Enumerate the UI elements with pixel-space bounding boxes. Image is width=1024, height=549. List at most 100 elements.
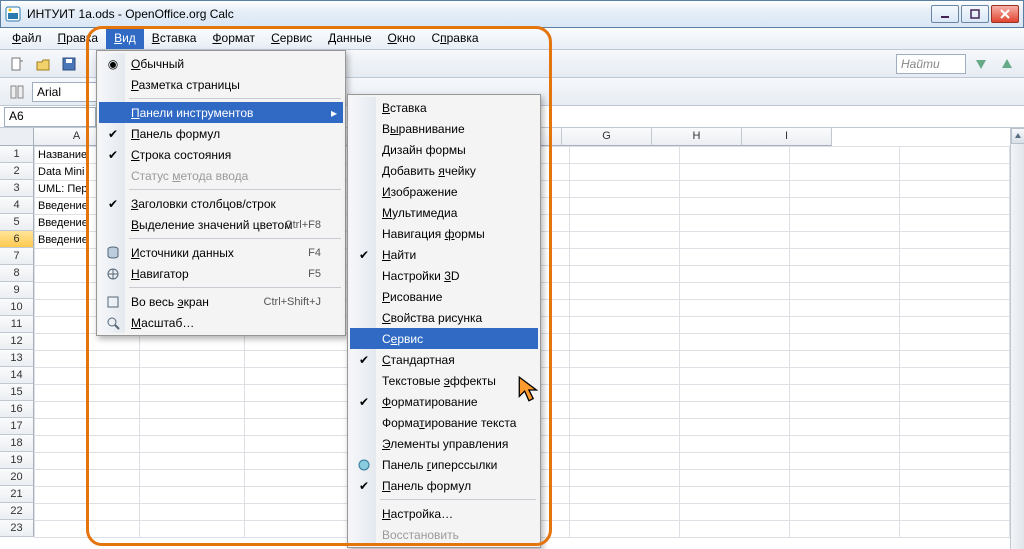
cell-I16[interactable]	[899, 402, 1009, 419]
menuitem--[interactable]: Настройка…	[350, 503, 538, 524]
colhdr-H[interactable]: H	[652, 128, 742, 146]
cell-I9[interactable]	[899, 283, 1009, 300]
cell-B22[interactable]	[140, 504, 245, 521]
cell-F5[interactable]	[570, 215, 680, 232]
menuitem--[interactable]: Сервис	[350, 328, 538, 349]
cell-I20[interactable]	[899, 470, 1009, 487]
cell-B14[interactable]	[140, 368, 245, 385]
rowhdr-14[interactable]: 14	[0, 367, 34, 384]
rowhdr-22[interactable]: 22	[0, 503, 34, 520]
menuitem--[interactable]: Выравнивание	[350, 118, 538, 139]
menuitem--[interactable]: ✔Панель формул	[350, 475, 538, 496]
cell-G18[interactable]	[680, 436, 790, 453]
rowhdr-15[interactable]: 15	[0, 384, 34, 401]
cell-H6[interactable]	[790, 232, 900, 249]
cell-I12[interactable]	[899, 334, 1009, 351]
rowhdr-9[interactable]: 9	[0, 282, 34, 299]
cell-I5[interactable]	[899, 215, 1009, 232]
cell-G8[interactable]	[680, 266, 790, 283]
rowhdr-1[interactable]: 1	[0, 146, 34, 163]
menu-Файл[interactable]: Файл	[4, 28, 50, 49]
cell-B16[interactable]	[140, 402, 245, 419]
cell-G3[interactable]	[680, 181, 790, 198]
cell-F18[interactable]	[570, 436, 680, 453]
rowhdr-11[interactable]: 11	[0, 316, 34, 333]
cell-F2[interactable]	[570, 164, 680, 181]
menuitem--[interactable]: Панели инструментов▸	[99, 102, 343, 123]
minimize-button[interactable]	[931, 5, 959, 23]
cell-C20[interactable]	[245, 470, 350, 487]
vertical-scrollbar[interactable]	[1010, 128, 1024, 549]
menuitem--[interactable]: Вставка	[350, 97, 538, 118]
cell-F3[interactable]	[570, 181, 680, 198]
rowhdr-10[interactable]: 10	[0, 299, 34, 316]
rowhdr-7[interactable]: 7	[0, 248, 34, 265]
menuitem--[interactable]: Добавить ячейку	[350, 160, 538, 181]
cell-F6[interactable]	[570, 232, 680, 249]
cell-I11[interactable]	[899, 317, 1009, 334]
colhdr-I[interactable]: I	[742, 128, 832, 146]
menuitem--[interactable]: Навигация формы	[350, 223, 538, 244]
styles-icon[interactable]	[6, 81, 28, 103]
menuitem--[interactable]: ✔Строка состояния	[99, 144, 343, 165]
cell-F8[interactable]	[570, 266, 680, 283]
cell-H11[interactable]	[790, 317, 900, 334]
cell-H7[interactable]	[790, 249, 900, 266]
cell-F4[interactable]	[570, 198, 680, 215]
cell-H5[interactable]	[790, 215, 900, 232]
name-box[interactable]: A6	[4, 107, 96, 127]
cell-F9[interactable]	[570, 283, 680, 300]
cell-B13[interactable]	[140, 351, 245, 368]
cell-A14[interactable]	[35, 368, 140, 385]
cell-G22[interactable]	[680, 504, 790, 521]
rowhdr-16[interactable]: 16	[0, 401, 34, 418]
rowhdr-18[interactable]: 18	[0, 435, 34, 452]
rowhdr-19[interactable]: 19	[0, 452, 34, 469]
cell-B18[interactable]	[140, 436, 245, 453]
cell-I7[interactable]	[899, 249, 1009, 266]
cell-H8[interactable]	[790, 266, 900, 283]
cell-I14[interactable]	[899, 368, 1009, 385]
cell-C12[interactable]	[245, 334, 350, 351]
menu-Формат[interactable]: Формат	[204, 28, 263, 49]
cell-G9[interactable]	[680, 283, 790, 300]
open-icon[interactable]	[32, 53, 54, 75]
cell-G13[interactable]	[680, 351, 790, 368]
cell-H22[interactable]	[790, 504, 900, 521]
cell-G6[interactable]	[680, 232, 790, 249]
cell-G4[interactable]	[680, 198, 790, 215]
menuitem--[interactable]: Во весь экранCtrl+Shift+J	[99, 291, 343, 312]
cell-F14[interactable]	[570, 368, 680, 385]
rowhdr-3[interactable]: 3	[0, 180, 34, 197]
cell-G16[interactable]	[680, 402, 790, 419]
maximize-button[interactable]	[961, 5, 989, 23]
find-box[interactable]: Найти	[896, 54, 966, 74]
cell-C22[interactable]	[245, 504, 350, 521]
cell-B19[interactable]	[140, 453, 245, 470]
cell-I21[interactable]	[899, 487, 1009, 504]
cell-A16[interactable]	[35, 402, 140, 419]
cell-F23[interactable]	[570, 521, 680, 538]
cell-C16[interactable]	[245, 402, 350, 419]
menuitem--[interactable]: ✔Стандартная	[350, 349, 538, 370]
menuitem--[interactable]: ◉Обычный	[99, 53, 343, 74]
cell-F7[interactable]	[570, 249, 680, 266]
cell-I8[interactable]	[899, 266, 1009, 283]
rowhdr-12[interactable]: 12	[0, 333, 34, 350]
cell-I6[interactable]	[899, 232, 1009, 249]
menuitem--[interactable]: Масштаб…	[99, 312, 343, 333]
cell-I22[interactable]	[899, 504, 1009, 521]
cell-F10[interactable]	[570, 300, 680, 317]
save-icon[interactable]	[58, 53, 80, 75]
rowhdr-20[interactable]: 20	[0, 469, 34, 486]
rowhdr-6[interactable]: 6	[0, 231, 34, 248]
cell-C21[interactable]	[245, 487, 350, 504]
cell-H15[interactable]	[790, 385, 900, 402]
menuitem--[interactable]: Текстовые эффекты	[350, 370, 538, 391]
rowhdr-5[interactable]: 5	[0, 214, 34, 231]
cell-C17[interactable]	[245, 419, 350, 436]
cell-H17[interactable]	[790, 419, 900, 436]
cell-F17[interactable]	[570, 419, 680, 436]
cell-G2[interactable]	[680, 164, 790, 181]
new-doc-icon[interactable]	[6, 53, 28, 75]
